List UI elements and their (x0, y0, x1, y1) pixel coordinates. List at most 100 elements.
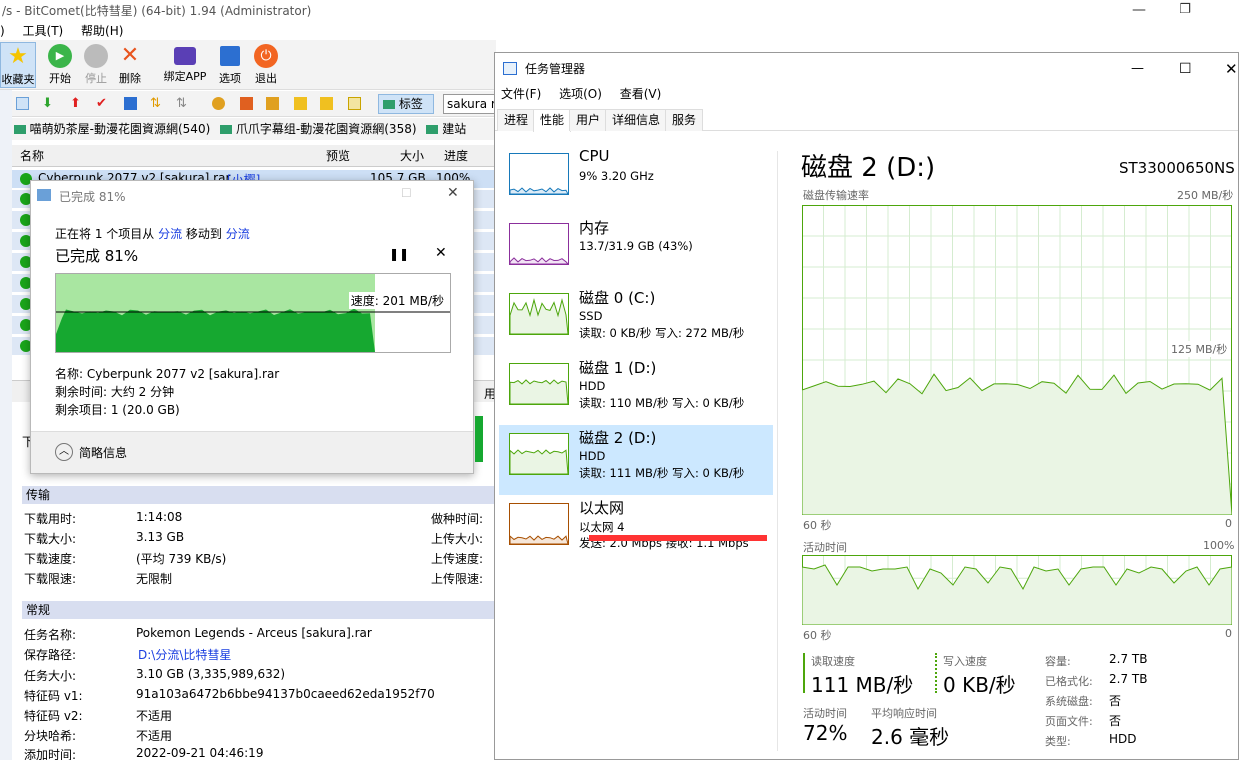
stop-button[interactable]: 停止 (80, 42, 112, 88)
device-thumbnail-svg (509, 379, 569, 405)
tab-users[interactable]: 用户 (569, 109, 608, 131)
source-link[interactable]: 分流 (158, 227, 182, 241)
tm-title-bar: 任务管理器 — ☐ ✕ (495, 53, 1238, 85)
response-value: 2.6 毫秒 (871, 725, 950, 749)
device-subtitle: HDD (579, 449, 606, 463)
tag-item[interactable]: 喵萌奶茶屋-動漫花園資源網(540) (30, 122, 211, 136)
check-icon[interactable]: ✔ (96, 97, 109, 110)
destination-link[interactable]: 分流 (226, 227, 250, 241)
chevron-up-icon[interactable]: ︿ (55, 443, 73, 461)
close-icon[interactable]: ✕ (447, 185, 459, 201)
menu-tools[interactable]: 工具(T) (23, 24, 64, 38)
tab-services[interactable]: 服务 (665, 109, 704, 131)
red-underline (589, 535, 767, 541)
file-name: 名称: Cyberpunk 2077 v2 [sakura].rar (55, 367, 280, 381)
search-input[interactable]: sakura r (443, 94, 496, 114)
menu-help[interactable]: 帮助(H) (81, 24, 123, 38)
tab-performance[interactable]: 性能 (533, 109, 572, 132)
device-thumbnail-svg (509, 535, 569, 545)
device-item[interactable]: 以太网 以太网 4 发送: 2.0 Mbps 接收: 1.1 Mbps (499, 495, 773, 565)
cancel-button[interactable]: ✕ (435, 245, 447, 261)
tag-item[interactable]: 爪爪字幕组-動漫花園資源網(358) (236, 122, 417, 136)
sort-icon[interactable]: ⇅ (176, 97, 189, 110)
read-marker (803, 653, 805, 693)
menu-file[interactable]: 文件(F) (501, 87, 541, 101)
favorites-button[interactable]: ★ 收藏夹 (0, 42, 36, 88)
blue-square-icon[interactable] (124, 97, 137, 110)
tag-item[interactable]: 建站 (442, 122, 466, 136)
graph2-time: 60 秒 (803, 629, 832, 642)
bitcomet-toolbar: ★ 收藏夹 ▶ 开始 停止 ✕ 删除 绑定APP 选项 ⏻ 退出 (0, 40, 496, 90)
arrow-up-red-icon[interactable]: ⬆ (70, 97, 83, 110)
task-list-header: 名称 预览 大小 进度 (12, 145, 496, 167)
percent-title: 已完成 81% (55, 247, 139, 265)
device-name: CPU (579, 147, 610, 165)
splitter[interactable] (777, 151, 778, 751)
minimize-icon[interactable]: — (1116, 0, 1162, 22)
close-icon[interactable]: ✕ (1225, 53, 1238, 85)
device-thumbnail-graph (509, 433, 569, 475)
page-icon[interactable] (16, 97, 29, 110)
column-name[interactable]: 名称 (20, 145, 44, 167)
dialog-footer: ︿ 简略信息 (31, 431, 473, 473)
folder-icon[interactable] (320, 97, 333, 110)
menu-options[interactable]: 选项(O) (559, 87, 602, 101)
options-button[interactable]: 选项 (214, 42, 246, 88)
device-subtitle: 以太网 4 (579, 520, 625, 534)
menu-item[interactable]: ) (0, 24, 5, 38)
graph1-max: 250 MB/秒 (1177, 189, 1234, 202)
device-thumbnail-line (509, 379, 569, 405)
device-item[interactable]: 磁盘 1 (D:) HDD 读取: 110 MB/秒 写入: 0 KB/秒 (499, 355, 773, 425)
graph1-time: 60 秒 (803, 519, 832, 532)
options-icon (220, 46, 240, 66)
active-label: 活动时间 (803, 707, 847, 720)
move-description: 正在将 1 个项目从 分流 移动到 分流 (55, 227, 250, 241)
active-value: 72% (803, 721, 848, 745)
arrow-down-green-icon[interactable]: ⬇ (42, 97, 55, 110)
less-info-button[interactable]: 简略信息 (79, 444, 127, 461)
device-thumbnail-svg (509, 187, 569, 195)
column-progress[interactable]: 进度 (444, 145, 468, 167)
bind-app-button[interactable]: 绑定APP (158, 42, 212, 88)
tag-button[interactable]: 标签 (378, 94, 434, 114)
device-item[interactable]: CPU 9% 3.20 GHz (499, 145, 773, 215)
import-icon[interactable] (240, 97, 253, 110)
device-item[interactable]: 内存 13.7/31.9 GB (43%) (499, 215, 773, 285)
column-preview[interactable]: 预览 (326, 145, 350, 167)
up-down-icon[interactable]: ⇅ (150, 97, 163, 110)
export-icon[interactable] (266, 97, 279, 110)
device-name: 磁盘 1 (D:) (579, 359, 657, 377)
maximize-icon[interactable]: ☐ (1179, 53, 1192, 85)
minimize-icon[interactable]: — (1131, 53, 1144, 85)
graph1-zero: 0 (1225, 517, 1232, 530)
menu-view[interactable]: 查看(V) (620, 87, 662, 101)
start-button[interactable]: ▶ 开始 (44, 42, 76, 88)
lightning-icon[interactable] (294, 97, 307, 110)
device-thumbnail-graph (509, 503, 569, 545)
exit-button[interactable]: ⏻ 退出 (250, 42, 282, 88)
left-panel-strip (0, 90, 12, 760)
tab-details[interactable]: 详细信息 (605, 109, 668, 131)
speed-graph-svg (56, 274, 450, 352)
delete-button[interactable]: ✕ 删除 (114, 42, 146, 88)
pause-button[interactable]: ❚❚ (389, 247, 409, 261)
save-path-link[interactable]: D:\分流\比特彗星 (138, 646, 231, 663)
device-stats: 读取: 110 MB/秒 写入: 0 KB/秒 (579, 396, 745, 410)
restore-icon[interactable]: ❐ (1162, 0, 1208, 22)
note-icon[interactable] (348, 97, 361, 110)
partial-bar (475, 416, 483, 462)
move-progress-dialog: 已完成 81% ☐ ✕ 正在将 1 个项目从 分流 移动到 分流 已完成 81%… (30, 180, 474, 474)
device-thumbnail-svg (509, 298, 569, 335)
dialog-title: 已完成 81% (59, 190, 126, 204)
column-size[interactable]: 大小 (400, 145, 424, 167)
graph1-label: 磁盘传输速率 (803, 189, 869, 202)
device-thumbnail-svg (509, 449, 569, 475)
device-stats: 读取: 111 MB/秒 写入: 0 KB/秒 (579, 466, 745, 480)
device-item[interactable]: 磁盘 2 (D:) HDD 读取: 111 MB/秒 写入: 0 KB/秒 (499, 425, 773, 495)
device-item[interactable]: 磁盘 0 (C:) SSD 读取: 0 KB/秒 写入: 272 MB/秒 (499, 285, 773, 355)
tag-icon (383, 100, 395, 109)
clock-icon[interactable] (212, 97, 225, 110)
device-thumbnail-graph (509, 153, 569, 195)
tab-processes[interactable]: 进程 (497, 109, 536, 131)
device-name: 磁盘 2 (D:) (579, 429, 657, 447)
